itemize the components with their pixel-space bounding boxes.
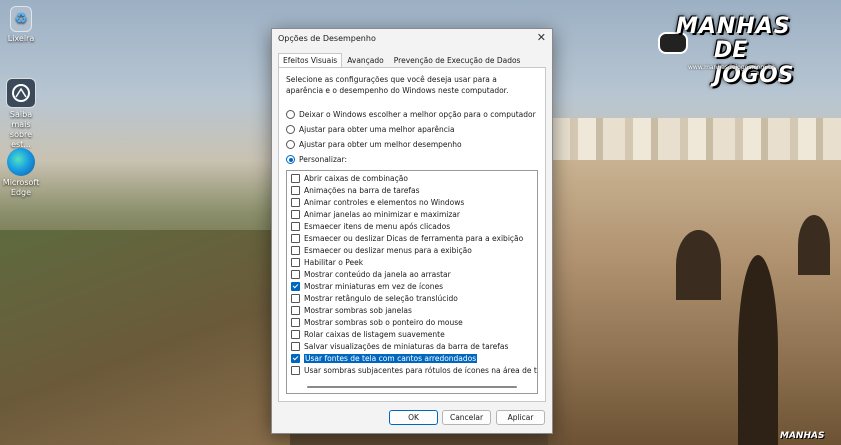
effect-option-label: Mostrar sombras sob o ponteiro do mouse bbox=[304, 317, 463, 327]
checkbox[interactable] bbox=[291, 317, 300, 327]
dialog-title: Opções de Desempenho bbox=[278, 34, 376, 43]
effect-option[interactable]: Mostrar sombras sob janelas bbox=[287, 304, 537, 316]
desktop-icon-recycle-bin[interactable]: ♻ Lixeira bbox=[2, 6, 40, 44]
radio-button[interactable] bbox=[286, 125, 295, 134]
effect-option-label: Salvar visualizações de miniaturas da ba… bbox=[304, 341, 509, 351]
effect-option-label: Animações na barra de tarefas bbox=[304, 185, 420, 195]
effect-option-label: Usar fontes de tela com cantos arredonda… bbox=[304, 353, 478, 363]
effect-option[interactable]: Mostrar miniaturas em vez de ícones bbox=[287, 280, 537, 292]
radio-let-windows-choose[interactable]: Deixar o Windows escolher a melhor opção… bbox=[286, 110, 536, 119]
effect-option[interactable]: Usar sombras subjacentes para rótulos de… bbox=[287, 364, 537, 376]
effect-option[interactable]: Mostrar conteúdo da janela ao arrastar bbox=[287, 268, 537, 280]
checkbox[interactable] bbox=[291, 221, 300, 231]
effect-option[interactable]: Mostrar retângulo de seleção translúcido bbox=[287, 292, 537, 304]
effect-option-label: Abrir caixas de combinação bbox=[304, 173, 408, 183]
logo-url: www.manhasdejogos.com.br bbox=[688, 64, 775, 71]
tab-dep[interactable]: Prevenção de Execução de Dados bbox=[389, 53, 526, 67]
effect-option[interactable]: Animar controles e elementos no Windows bbox=[287, 196, 537, 208]
effect-option[interactable]: Habilitar o Peek bbox=[287, 256, 537, 268]
effect-option[interactable]: Mostrar sombras sob o ponteiro do mouse bbox=[287, 316, 537, 328]
horizontal-scrollbar[interactable] bbox=[307, 386, 517, 388]
radio-custom[interactable]: Personalizar: bbox=[286, 155, 347, 164]
tab-advanced[interactable]: Avançado bbox=[342, 53, 389, 67]
effect-option-label: Rolar caixas de listagem suavemente bbox=[304, 329, 445, 339]
bridge-arch bbox=[676, 230, 721, 300]
checkbox[interactable] bbox=[291, 185, 300, 195]
checkbox[interactable] bbox=[291, 293, 300, 303]
background-hills bbox=[0, 230, 290, 445]
effect-option[interactable]: Animações na barra de tarefas bbox=[287, 184, 537, 196]
radio-label: Ajustar para obter um melhor desempenho bbox=[299, 140, 462, 149]
performance-options-dialog: Opções de Desempenho ✕ Efeitos Visuais A… bbox=[271, 28, 553, 434]
effect-option[interactable]: Abrir caixas de combinação bbox=[287, 172, 537, 184]
radio-button[interactable] bbox=[286, 140, 295, 149]
desktop-icon-label: Lixeira bbox=[7, 34, 35, 43]
desktop-icon-label: Microsoft Edge bbox=[2, 178, 40, 197]
effect-option-label: Esmaecer ou deslizar menus para a exibiç… bbox=[304, 245, 472, 255]
effects-list[interactable]: Abrir caixas de combinação Animações na b… bbox=[286, 170, 538, 394]
channel-logo: MANHAS DE JOGOS www.manhasdejogos.com.br bbox=[658, 12, 818, 88]
tab-visual-effects[interactable]: Efeitos Visuais bbox=[278, 53, 343, 67]
visual-effects-panel: Selecione as configurações que você dese… bbox=[278, 67, 546, 402]
effect-option-label: Animar controles e elementos no Windows bbox=[304, 197, 465, 207]
effect-option[interactable]: Salvar visualizações de miniaturas da ba… bbox=[287, 340, 537, 352]
effect-option-label: Mostrar miniaturas em vez de ícones bbox=[304, 281, 444, 291]
bridge-arch bbox=[738, 255, 778, 445]
checkbox[interactable] bbox=[291, 365, 300, 375]
learn-more-icon bbox=[6, 78, 36, 108]
radio-best-appearance[interactable]: Ajustar para obter uma melhor aparência bbox=[286, 125, 455, 134]
effect-option-label: Usar sombras subjacentes para rótulos de… bbox=[304, 365, 538, 375]
panel-description: Selecione as configurações que você dese… bbox=[286, 75, 509, 95]
checkbox[interactable] bbox=[291, 305, 300, 315]
desktop-icon-learn-more[interactable]: Saiba mais sobre est... bbox=[2, 78, 40, 150]
checkbox[interactable] bbox=[291, 233, 300, 243]
checkbox[interactable] bbox=[291, 197, 300, 207]
effect-option-label: Mostrar retângulo de seleção translúcido bbox=[304, 293, 458, 303]
checkbox[interactable] bbox=[291, 281, 300, 291]
effect-option[interactable]: Esmaecer ou deslizar Dicas de ferramenta… bbox=[287, 232, 537, 244]
checkbox[interactable] bbox=[291, 341, 300, 351]
effect-option[interactable]: Rolar caixas de listagem suavemente bbox=[287, 328, 537, 340]
effect-option[interactable]: Esmaecer itens de menu após clicados bbox=[287, 220, 537, 232]
logo-line1: MANHAS bbox=[676, 14, 791, 39]
corner-watermark: MANHAS bbox=[780, 431, 825, 441]
effect-option[interactable]: Esmaecer ou deslizar menus para a exibiç… bbox=[287, 244, 537, 256]
checkbox[interactable] bbox=[291, 209, 300, 219]
desktop-icon-label: Saiba mais sobre est... bbox=[9, 110, 33, 149]
radio-label: Ajustar para obter uma melhor aparência bbox=[299, 125, 455, 134]
desktop-icon-edge[interactable]: Microsoft Edge bbox=[2, 148, 40, 198]
checkbox[interactable] bbox=[291, 329, 300, 339]
cancel-button[interactable]: Cancelar bbox=[442, 410, 491, 425]
radio-label: Personalizar: bbox=[299, 155, 347, 164]
effect-option[interactable]: Usar fontes de tela com cantos arredonda… bbox=[287, 352, 537, 364]
bridge-arch bbox=[798, 215, 830, 275]
logo-line2: DE JOGOS bbox=[714, 38, 794, 88]
effect-option-label: Mostrar conteúdo da janela ao arrastar bbox=[304, 269, 451, 279]
radio-label: Deixar o Windows escolher a melhor opção… bbox=[299, 110, 536, 119]
checkbox[interactable] bbox=[291, 269, 300, 279]
ok-button[interactable]: OK bbox=[389, 410, 438, 425]
effect-option-label: Esmaecer ou deslizar Dicas de ferramenta… bbox=[304, 233, 524, 243]
effect-option-label: Esmaecer itens de menu após clicados bbox=[304, 221, 451, 231]
effect-option-label: Mostrar sombras sob janelas bbox=[304, 305, 412, 315]
effect-option-label: Animar janelas ao minimizar e maximizar bbox=[304, 209, 460, 219]
checkbox[interactable] bbox=[291, 353, 300, 363]
effect-option[interactable]: Animar janelas ao minimizar e maximizar bbox=[287, 208, 537, 220]
radio-best-performance[interactable]: Ajustar para obter um melhor desempenho bbox=[286, 140, 462, 149]
checkbox[interactable] bbox=[291, 245, 300, 255]
radio-button[interactable] bbox=[286, 155, 295, 164]
background-cliff bbox=[548, 160, 841, 445]
edge-icon bbox=[7, 148, 35, 176]
checkbox[interactable] bbox=[291, 173, 300, 183]
apply-button[interactable]: Aplicar bbox=[496, 410, 545, 425]
checkbox[interactable] bbox=[291, 257, 300, 267]
close-button[interactable]: ✕ bbox=[537, 31, 546, 44]
tab-bar: Efeitos Visuais Avançado Prevenção de Ex… bbox=[278, 53, 525, 67]
effect-option-label: Habilitar o Peek bbox=[304, 257, 364, 267]
recycle-bin-icon: ♻ bbox=[10, 6, 32, 32]
radio-button[interactable] bbox=[286, 110, 295, 119]
